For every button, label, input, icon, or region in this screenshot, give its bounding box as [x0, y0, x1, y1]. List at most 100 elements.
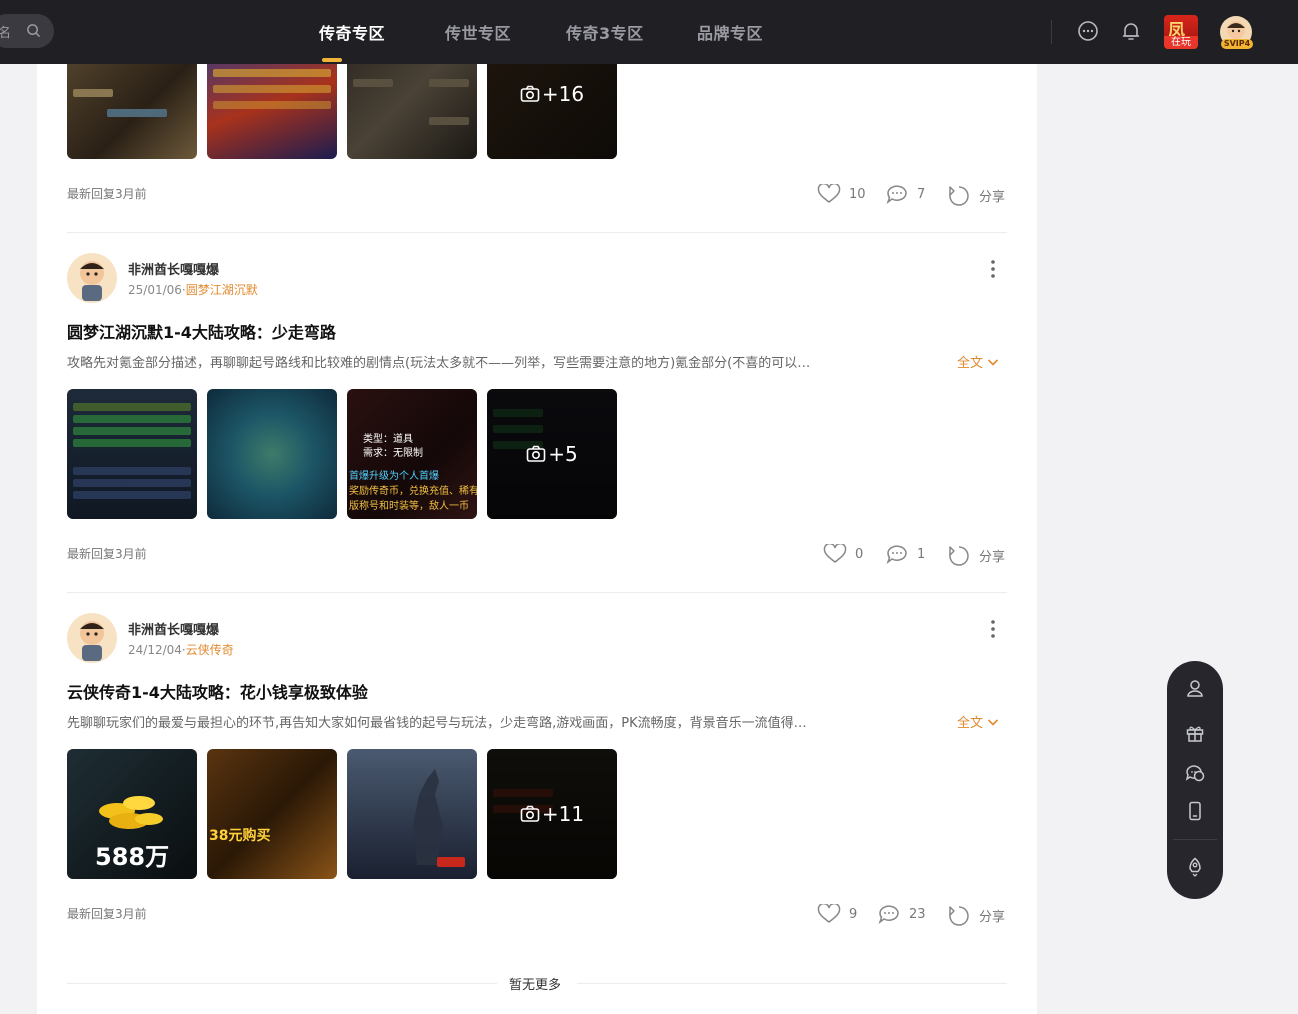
comment-button[interactable]: 1: [885, 544, 925, 564]
post-date: 25/01/06: [128, 283, 182, 297]
share-icon: [949, 546, 969, 566]
like-count: 10: [849, 186, 866, 202]
service-icon[interactable]: [1185, 763, 1205, 783]
expand-fulltext-button[interactable]: 全文: [957, 712, 999, 731]
post-divider: [67, 232, 1007, 233]
post-summary: 先聊聊玩家们的最爱与最担心的环节,再告知大家如何最省钱的起号与玩法，少走弯路,游…: [67, 716, 807, 731]
gift-icon[interactable]: [1185, 723, 1205, 743]
more-images-count: +11: [541, 802, 585, 826]
armored-warrior-icon: [413, 769, 465, 867]
post-image[interactable]: 38元购买: [207, 749, 337, 879]
post-image[interactable]: [347, 749, 477, 879]
post-card: 非洲酋长嘎嘎爆 25/01/06·圆梦江湖沉默 圆梦江湖沉默1-4大陆攻略：少走…: [67, 253, 1007, 573]
post-feed: +16 最新回复3月前 10 7 分享 非洲酋长嘎嘎爆 25/01/06·圆梦江…: [37, 29, 1037, 1014]
playing-game-badge[interactable]: 凤 在玩: [1164, 15, 1198, 49]
post-image-more[interactable]: +5: [487, 389, 617, 519]
post-meta: 25/01/06·圆梦江湖沉默: [128, 283, 258, 297]
more-images-count: +5: [548, 442, 578, 466]
post-date: 24/12/04: [128, 643, 182, 657]
nomore-line-right: [577, 983, 1007, 984]
topbar-divider: [1051, 20, 1052, 44]
game-badge-tag: 在玩: [1164, 36, 1198, 49]
no-more-text: 暂无更多: [509, 978, 562, 993]
heart-icon: [823, 544, 847, 563]
post-summary: 攻略先对氪金部分描述，再聊聊起号路线和比较难的剧情点(玩法太多就不——列举，写些…: [67, 356, 811, 371]
post-footer: 最新回复3月前 9 23 分享: [67, 904, 1007, 926]
post-title[interactable]: 圆梦江湖沉默1-4大陆攻略：少走弯路: [67, 319, 336, 343]
comment-count: 1: [917, 546, 926, 562]
author-avatar[interactable]: [67, 613, 117, 663]
author-name[interactable]: 非洲酋长嘎嘎爆: [128, 259, 219, 278]
comment-icon: [886, 545, 907, 564]
post-image[interactable]: 类型：道具 需求：无限制 首爆升级为个人首爆 奖励传奇币，兑换充值、稀有 版称号…: [347, 389, 477, 519]
post-image-more[interactable]: +11: [487, 749, 617, 879]
active-tab-indicator: [322, 58, 342, 62]
share-label: 分享: [979, 549, 1006, 565]
share-button[interactable]: 分享: [947, 184, 1005, 206]
share-button[interactable]: 分享: [947, 544, 1005, 566]
image-text: 版称号和时装等，敌人一币: [349, 501, 469, 512]
search-input[interactable]: 名: [0, 14, 54, 48]
like-count: 0: [855, 546, 864, 562]
author-name[interactable]: 非洲酋长嘎嘎爆: [128, 619, 219, 638]
rocket-icon[interactable]: [1185, 857, 1205, 877]
nomore-line-left: [67, 983, 497, 984]
post-images: 588万 38元购买 +11: [67, 749, 627, 879]
expand-fulltext-button[interactable]: 全文: [957, 352, 999, 371]
avatar-cartoon-icon: [80, 261, 104, 301]
tab-chuanqi[interactable]: 传奇专区: [319, 20, 385, 44]
comment-icon: [886, 185, 907, 204]
search-icon[interactable]: [26, 23, 41, 38]
tab-chuanshi[interactable]: 传世专区: [445, 20, 511, 44]
camera-icon: [526, 445, 546, 462]
share-icon: [949, 186, 969, 206]
post-images: 类型：道具 需求：无限制 首爆升级为个人首爆 奖励传奇币，兑换充值、稀有 版称号…: [67, 389, 627, 519]
share-button[interactable]: 分享: [947, 904, 1005, 926]
post-image[interactable]: [207, 389, 337, 519]
post-footer: 最新回复3月前 0 1 分享: [67, 544, 1007, 566]
fulltext-label: 全文: [957, 716, 984, 731]
phone-icon[interactable]: [1185, 801, 1205, 821]
last-reply-time: 最新回复3月前: [67, 187, 147, 201]
share-label: 分享: [979, 909, 1006, 925]
more-options-icon[interactable]: [987, 259, 999, 279]
like-button[interactable]: 0: [823, 544, 863, 564]
chat-icon[interactable]: [1077, 20, 1099, 42]
floating-toolbar: [1167, 661, 1223, 899]
heart-icon: [817, 904, 841, 923]
user-icon[interactable]: [1185, 678, 1205, 698]
like-button[interactable]: 10: [817, 184, 866, 204]
bell-icon[interactable]: [1120, 20, 1142, 42]
post-image[interactable]: [67, 389, 197, 519]
more-images-count: +16: [541, 82, 585, 106]
share-label: 分享: [979, 189, 1006, 205]
camera-icon: [520, 805, 540, 822]
comment-button[interactable]: 7: [885, 184, 925, 204]
post-divider: [67, 592, 1007, 593]
tab-chuanqi3[interactable]: 传奇3专区: [566, 20, 644, 44]
like-button[interactable]: 9: [817, 904, 857, 924]
game-tag[interactable]: 圆梦江湖沉默: [186, 283, 258, 297]
camera-icon: [520, 85, 540, 102]
last-reply-time: 最新回复3月前: [67, 547, 147, 561]
last-reply-time: 最新回复3月前: [67, 907, 147, 921]
tab-brand[interactable]: 品牌专区: [697, 20, 763, 44]
post-card: 非洲酋长嘎嘎爆 24/12/04·云侠传奇 云侠传奇1-4大陆攻略：花小钱享极致…: [67, 613, 1007, 933]
comment-button[interactable]: 23: [877, 904, 926, 924]
post-footer: 最新回复3月前 10 7 分享: [67, 184, 1007, 206]
like-count: 9: [849, 906, 858, 922]
fulltext-label: 全文: [957, 356, 984, 371]
chevron-down-icon: [988, 719, 999, 726]
chevron-down-icon: [988, 359, 999, 366]
image-text: 588万: [95, 843, 170, 871]
author-avatar[interactable]: [67, 253, 117, 303]
search-placeholder: 名: [0, 26, 12, 41]
image-text: 奖励传奇币，兑换充值、稀有: [349, 486, 477, 497]
game-tag[interactable]: 云侠传奇: [186, 643, 234, 657]
post-image[interactable]: 588万: [67, 749, 197, 879]
comment-count: 23: [909, 906, 926, 922]
post-title[interactable]: 云侠传奇1-4大陆攻略：花小钱享极致体验: [67, 679, 368, 703]
image-text: 38元购买: [209, 828, 271, 844]
share-icon: [949, 906, 969, 926]
more-options-icon[interactable]: [987, 619, 999, 639]
